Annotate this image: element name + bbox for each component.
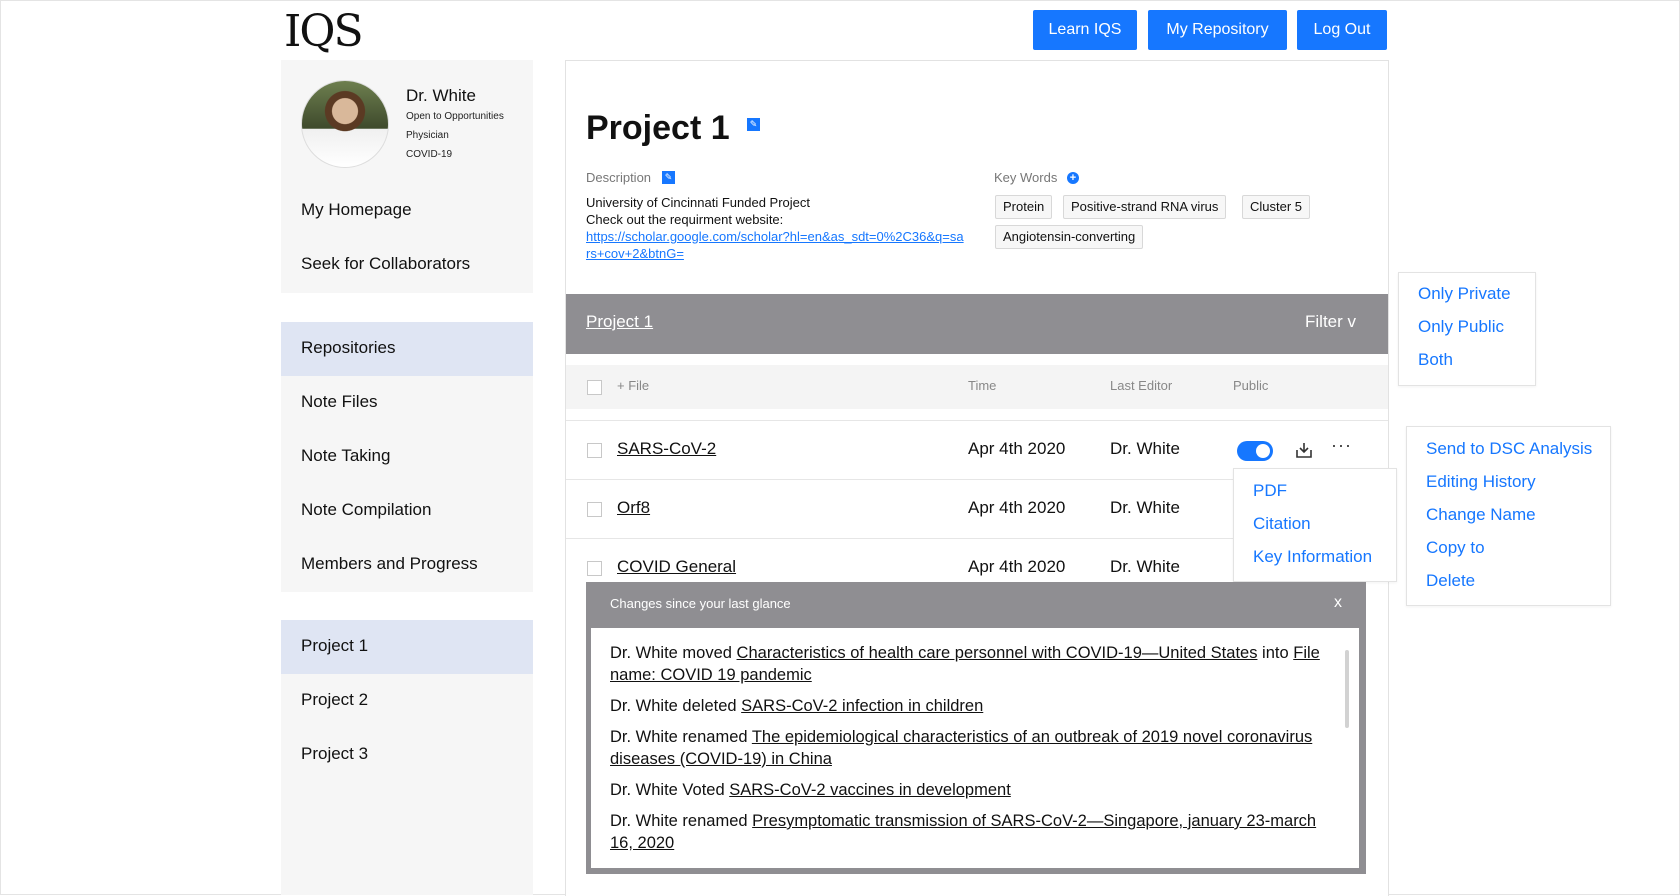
keyword-tag[interactable]: Protein <box>995 195 1053 219</box>
file-time: Apr 4th 2020 <box>968 498 1066 517</box>
download-menu: PDF Citation Key Information <box>1233 468 1397 582</box>
description-label: Description <box>586 170 652 185</box>
change-text: Dr. White deleted <box>610 697 742 715</box>
download-key-info-option[interactable]: Key Information <box>1253 547 1372 567</box>
time-column-header: Time <box>968 378 997 393</box>
my-repository-button[interactable]: My Repository <box>1148 10 1287 50</box>
file-editor: Dr. White <box>1110 557 1180 576</box>
keyword-tag[interactable]: Cluster 5 <box>1242 195 1311 219</box>
public-column-header: Public <box>1233 378 1269 393</box>
file-time: Apr 4th 2020 <box>968 439 1066 458</box>
profile-name: Dr. White <box>406 86 476 105</box>
description-link[interactable]: https://scholar.google.com/scholar?hl=en… <box>586 229 964 261</box>
sidebar-item-project-2[interactable]: Project 2 <box>301 690 368 710</box>
public-toggle[interactable] <box>1237 441 1273 461</box>
change-item: Dr. White renamed Presymptomatic transmi… <box>610 810 1330 854</box>
download-citation-option[interactable]: Citation <box>1253 514 1311 534</box>
add-file-button[interactable]: + File <box>617 378 649 393</box>
editing-history-option[interactable]: Editing History <box>1426 472 1536 492</box>
sidebar-item-note-taking[interactable]: Note Taking <box>301 446 390 466</box>
send-to-dsc-option[interactable]: Send to DSC Analysis <box>1426 439 1592 459</box>
filter-both[interactable]: Both <box>1418 350 1453 370</box>
iqs-logo[interactable]: IQS <box>284 8 374 56</box>
file-name-link[interactable]: COVID General <box>617 557 736 577</box>
edit-description-icon[interactable]: ✎ <box>662 171 675 184</box>
change-text: Dr. White moved <box>610 644 737 662</box>
project-description: University of Cincinnati Funded Project … <box>586 194 966 262</box>
file-editor: Dr. White <box>1110 439 1180 458</box>
profile-role: Physician <box>406 130 449 141</box>
download-icon[interactable] <box>1294 440 1314 460</box>
logo-text: IQS <box>284 6 364 57</box>
seek-collaborators-link[interactable]: Seek for Collaborators <box>301 254 470 274</box>
keyword-tag[interactable]: Angiotensin-converting <box>995 225 1144 249</box>
change-link[interactable]: SARS-CoV-2 infection in children <box>741 697 983 715</box>
sections-nav: Repositories Note Files Note Taking Note… <box>281 322 533 592</box>
copy-to-option[interactable]: Copy to <box>1426 538 1485 558</box>
change-item: Dr. White renamed The epidemiological ch… <box>610 726 1330 770</box>
edit-title-icon[interactable]: ✎ <box>747 118 760 131</box>
sidebar-item-members-progress[interactable]: Members and Progress <box>301 554 478 574</box>
change-link[interactable]: SARS-CoV-2 vaccines in development <box>729 781 1011 799</box>
file-name-link[interactable]: SARS-CoV-2 <box>617 439 716 459</box>
project-title: Project 1 <box>586 109 730 147</box>
files-toolbar: Project 1 Filter v <box>566 294 1388 354</box>
log-out-button[interactable]: Log Out <box>1297 10 1387 50</box>
description-line-1: University of Cincinnati Funded Project <box>586 195 810 210</box>
add-keyword-icon[interactable]: + <box>1067 172 1079 184</box>
keywords-label: Key Words <box>994 170 1058 185</box>
file-name-link[interactable]: Orf8 <box>617 498 650 518</box>
filter-dropdown[interactable]: Filter v <box>1305 312 1356 332</box>
row-checkbox[interactable] <box>587 561 602 576</box>
profile-topic: COVID-19 <box>406 149 453 160</box>
download-pdf-option[interactable]: PDF <box>1253 481 1287 501</box>
change-text: Dr. White Voted <box>610 781 730 799</box>
change-text: into <box>1257 644 1294 662</box>
more-options-icon[interactable]: ··· <box>1331 435 1352 456</box>
profile-status: Open to Opportunities <box>406 111 504 122</box>
visibility-filter-menu: Only Private Only Public Both <box>1398 272 1536 386</box>
file-time: Apr 4th 2020 <box>968 557 1066 576</box>
changes-scrollbar[interactable] <box>1345 650 1349 728</box>
projects-nav: Project 1 Project 2 Project 3 <box>281 620 533 895</box>
change-text: Dr. White renamed <box>610 728 752 746</box>
change-item: Dr. White deleted SARS-CoV-2 infection i… <box>610 695 1330 717</box>
more-options-menu: Send to DSC Analysis Editing History Cha… <box>1406 426 1611 606</box>
breadcrumb[interactable]: Project 1 <box>586 312 653 332</box>
avatar[interactable] <box>301 80 389 168</box>
sidebar-item-repositories-label[interactable]: Repositories <box>301 338 396 358</box>
select-all-checkbox[interactable] <box>587 380 602 395</box>
profile-card: Dr. White Open to Opportunities Physicia… <box>281 60 533 293</box>
filter-only-private[interactable]: Only Private <box>1418 284 1511 304</box>
change-text: Dr. White renamed <box>610 812 753 830</box>
change-name-option[interactable]: Change Name <box>1426 505 1536 525</box>
sidebar-item-project-1-label[interactable]: Project 1 <box>301 636 368 656</box>
keyword-tag[interactable]: Positive-strand RNA virus <box>1063 195 1227 219</box>
row-checkbox[interactable] <box>587 443 602 458</box>
description-line-2: Check out the requirment website: <box>586 212 784 227</box>
change-item: Dr. White Voted SARS-CoV-2 vaccines in d… <box>610 779 1330 801</box>
learn-iqs-button[interactable]: Learn IQS <box>1033 10 1137 50</box>
delete-option[interactable]: Delete <box>1426 571 1475 591</box>
sidebar-item-note-files[interactable]: Note Files <box>301 392 378 412</box>
changes-panel: Changes since your last glance x Dr. Whi… <box>586 582 1366 874</box>
changes-title: Changes since your last glance <box>610 596 791 611</box>
change-item: Dr. White moved Characteristics of healt… <box>610 642 1330 686</box>
table-header: + File Time Last Editor Public <box>566 365 1388 409</box>
filter-only-public[interactable]: Only Public <box>1418 317 1504 337</box>
file-editor: Dr. White <box>1110 498 1180 517</box>
change-link[interactable]: Characteristics of health care personnel… <box>737 644 1258 662</box>
my-homepage-link[interactable]: My Homepage <box>301 200 412 220</box>
editor-column-header: Last Editor <box>1110 378 1173 393</box>
close-changes-button[interactable]: x <box>1334 594 1342 612</box>
changes-list[interactable]: Dr. White moved Characteristics of healt… <box>591 628 1359 868</box>
row-checkbox[interactable] <box>587 502 602 517</box>
sidebar-item-project-3[interactable]: Project 3 <box>301 744 368 764</box>
sidebar-item-note-compilation[interactable]: Note Compilation <box>301 500 431 520</box>
